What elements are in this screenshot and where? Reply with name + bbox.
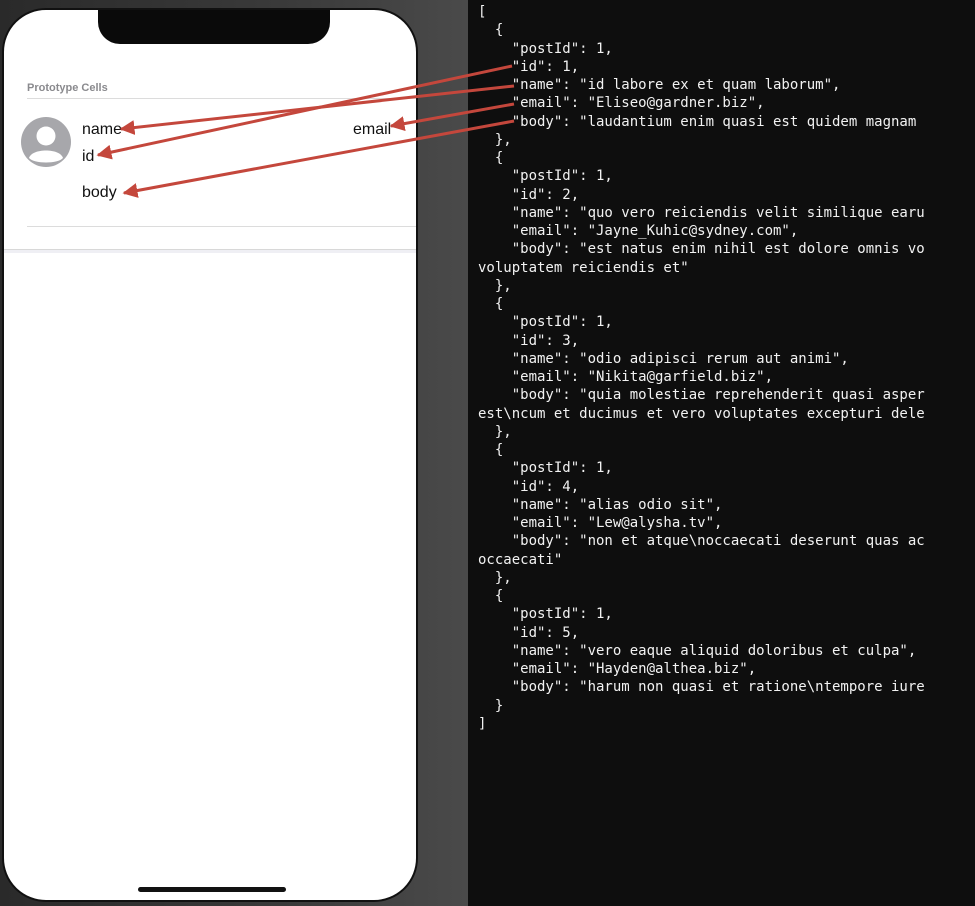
json-line: "id": 2,: [478, 186, 580, 203]
json-line: "email": "Jayne_Kuhic@sydney.com",: [478, 223, 799, 239]
name-label: name: [82, 121, 123, 138]
json-line: "name": "odio adipisci rerum aut animi",: [478, 350, 849, 367]
person-circle-icon: [21, 117, 71, 167]
id-label: id: [82, 148, 95, 165]
json-line: },: [478, 131, 512, 148]
json-line: {: [478, 150, 504, 166]
json-line: occaecati": [478, 551, 563, 568]
json-line: "body": "est natus enim nihil est dolore…: [478, 241, 925, 258]
table-bottom-separator: [4, 249, 416, 253]
home-indicator: [138, 887, 286, 892]
json-line: "id": 4,: [478, 478, 580, 495]
json-line: "body": "laudantium enim quasi est quide…: [478, 113, 917, 130]
json-line: "email": "Nikita@garfield.biz",: [478, 369, 774, 385]
json-line: "name": "id labore ex et quam laborum",: [478, 77, 841, 93]
json-line: "name": "vero eaque aliquid doloribus et…: [478, 642, 917, 659]
json-line: {: [478, 588, 504, 604]
json-line: ]: [478, 715, 487, 732]
json-line: {: [478, 22, 504, 39]
email-label: email: [353, 121, 392, 138]
json-line: [: [478, 4, 487, 20]
json-line: {: [478, 442, 504, 458]
cell-divider: [27, 226, 416, 227]
json-line: "id": 1,: [478, 58, 580, 75]
json-line: "postId": 1,: [478, 460, 613, 477]
json-line: "name": "quo vero reiciendis velit simil…: [478, 204, 925, 221]
json-line: "email": "Hayden@althea.biz",: [478, 661, 757, 677]
section-header: Prototype Cells: [27, 82, 108, 94]
json-output-text: [ { "postId": 1, "id": 1, "name": "id la…: [478, 3, 925, 733]
header-divider: [27, 98, 416, 99]
json-line: },: [478, 569, 512, 586]
json-line: },: [478, 277, 512, 294]
json-line: "postId": 1,: [478, 314, 613, 331]
json-line: "id": 5,: [478, 624, 580, 641]
json-output-panel: [ { "postId": 1, "id": 1, "name": "id la…: [468, 0, 975, 906]
json-line: "body": "non et atque\noccaecati deserun…: [478, 533, 925, 550]
phone-notch: [98, 10, 330, 44]
json-line: "body": "harum non quasi et ratione\ntem…: [478, 679, 925, 696]
json-line: }: [478, 697, 504, 714]
body-label: body: [82, 184, 117, 201]
json-line: est\ncum et ducimus et vero voluptates e…: [478, 405, 925, 422]
json-line: },: [478, 423, 512, 440]
json-line: "email": "Lew@alysha.tv",: [478, 515, 723, 531]
json-line: "email": "Eliseo@gardner.biz",: [478, 95, 765, 112]
phone-simulator: Prototype Cells name id email body: [2, 8, 418, 902]
json-line: "postId": 1,: [478, 40, 613, 57]
json-line: "body": "quia molestiae reprehenderit qu…: [478, 387, 925, 404]
json-line: "id": 3,: [478, 332, 580, 349]
json-line: {: [478, 296, 504, 312]
json-line: "postId": 1,: [478, 606, 613, 623]
json-line: "postId": 1,: [478, 168, 613, 185]
json-line: voluptatem reiciendis et": [478, 259, 689, 276]
json-line: "name": "alias odio sit",: [478, 496, 723, 513]
